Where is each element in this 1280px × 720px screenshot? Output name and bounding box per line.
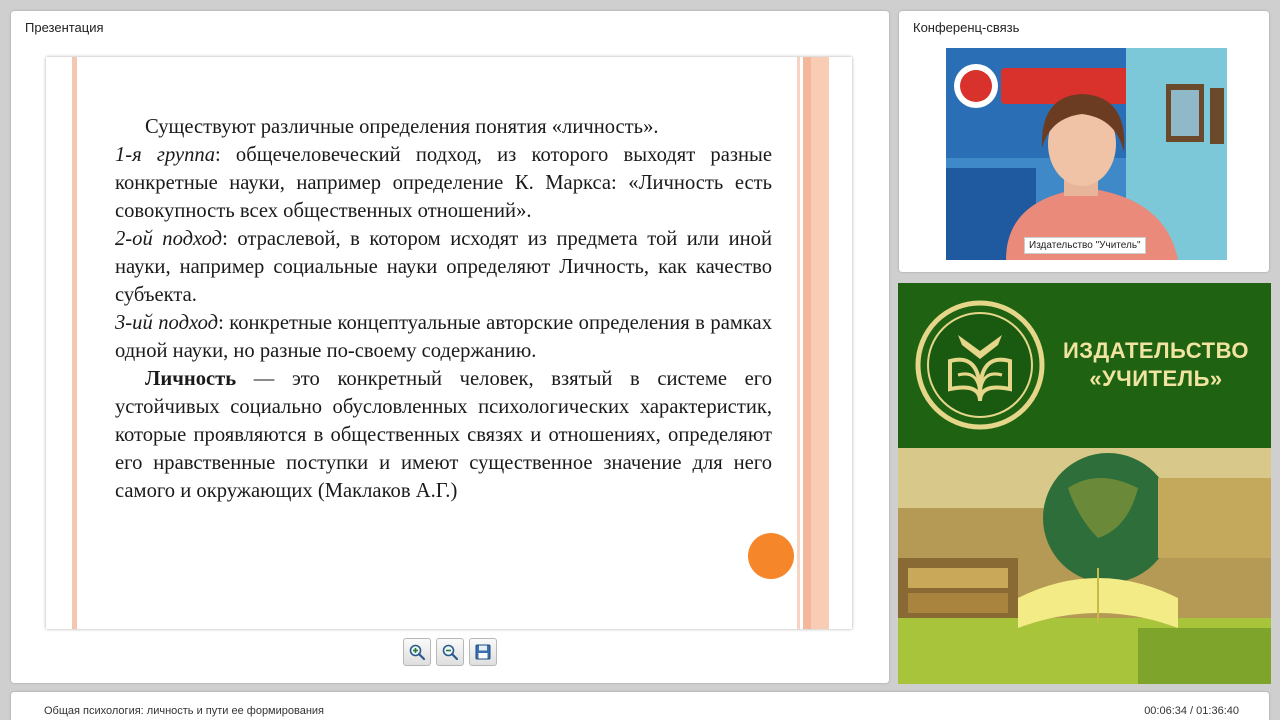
presentation-panel: Презентация Существуют различные определ… (11, 11, 889, 683)
bottom-bar: Общая психология: личность и пути ее фор… (11, 692, 1269, 720)
slide-left-stripe (72, 57, 77, 629)
conference-title: Конференц-связь (913, 20, 1020, 35)
banner-text: ИЗДАТЕЛЬСТВО «УЧИТЕЛЬ» (1056, 337, 1256, 393)
save-button[interactable] (469, 638, 497, 666)
slide-paragraph-intro: Существуют различные определения понятия… (145, 116, 659, 138)
slide-paragraph-approach3: 3-ий подход: конкретные концептуальные а… (115, 309, 772, 365)
conference-panel: Конференц-связь Издательство "Учитель" (899, 11, 1269, 272)
playback-time: 00:06:34 / 01:36:40 (1144, 705, 1239, 717)
slide-right-stripe-1 (797, 57, 800, 629)
definition-term: Личность (145, 368, 237, 390)
banner-line-1: ИЗДАТЕЛЬСТВО (1062, 338, 1250, 363)
approach2-label: 2-ой подход (115, 228, 223, 250)
video-feed[interactable]: Издательство "Учитель" (946, 48, 1227, 260)
slide-text: Существуют различные определения понятия… (115, 113, 772, 505)
slide-paragraph-definition: Личность — это конкретный человек, взяты… (115, 365, 772, 505)
slide-paragraph-group1: 1-я группа: общечеловеческий подход, из … (115, 141, 772, 225)
save-icon (475, 644, 491, 660)
slide-right-stripe-3 (811, 57, 829, 629)
books-illustration (898, 448, 1271, 684)
books-globe-image (898, 448, 1271, 684)
zoom-out-icon (442, 644, 459, 661)
video-caption: Издательство "Учитель" (1024, 237, 1146, 254)
presentation-title: Презентация (25, 20, 104, 35)
zoom-out-button[interactable] (436, 638, 464, 666)
zoom-in-icon (409, 644, 426, 661)
speaker-video-image (946, 48, 1227, 260)
publisher-banner: ИЗДАТЕЛЬСТВО «УЧИТЕЛЬ» (898, 283, 1271, 448)
slide-paragraph-approach2: 2-ой подход: отраслевой, в котором исход… (115, 225, 772, 309)
banner-line-2: «УЧИТЕЛЬ» (1089, 366, 1223, 391)
course-title: Общая психология: личность и пути ее фор… (44, 705, 325, 717)
zoom-in-button[interactable] (403, 638, 431, 666)
group1-label: 1-я группа (115, 144, 216, 166)
presentation-slide: Существуют различные определения понятия… (46, 57, 852, 629)
approach3-label: 3-ий подход (115, 312, 219, 334)
slide-right-stripe-2 (803, 57, 811, 629)
orange-circle-decoration (748, 533, 794, 579)
